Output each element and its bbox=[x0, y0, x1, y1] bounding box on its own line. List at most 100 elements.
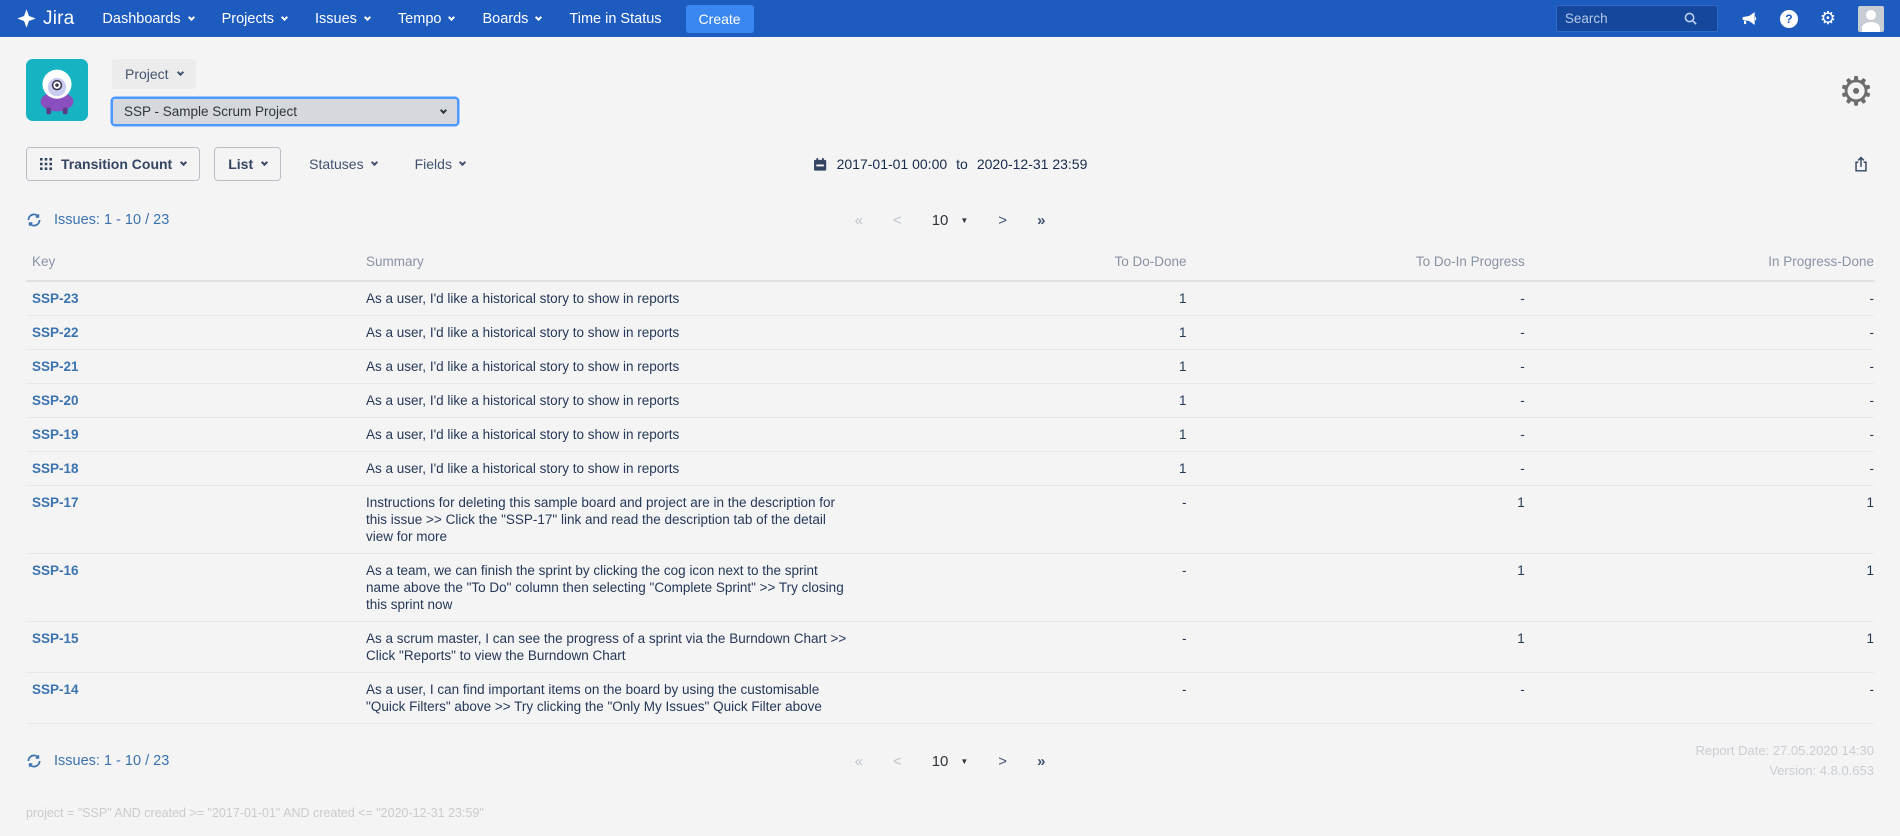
view-dropdown[interactable]: List bbox=[214, 147, 281, 181]
last-page-button[interactable]: » bbox=[1037, 753, 1045, 770]
cell-to-do-in-progress: - bbox=[1187, 316, 1525, 350]
cell-to-do-done: 1 bbox=[991, 384, 1187, 418]
issue-key-link[interactable]: SSP-14 bbox=[32, 682, 79, 697]
prev-page-button[interactable]: < bbox=[893, 753, 902, 770]
page-size-value: 10 bbox=[932, 753, 949, 770]
announcements-icon[interactable] bbox=[1740, 10, 1758, 27]
table-row: SSP-17 Instructions for deleting this sam… bbox=[26, 486, 1874, 554]
admin-gear-icon[interactable]: ⚙ bbox=[1820, 10, 1836, 28]
project-filter-button[interactable]: Project bbox=[112, 59, 196, 89]
issue-key-link[interactable]: SSP-15 bbox=[32, 631, 79, 646]
export-icon bbox=[1852, 155, 1870, 174]
cell-to-do-done: 1 bbox=[991, 452, 1187, 486]
cell-to-do-done: 1 bbox=[991, 281, 1187, 316]
issue-key-link[interactable]: SSP-21 bbox=[32, 359, 79, 374]
cell-in-progress-done: - bbox=[1525, 281, 1874, 316]
report-toolbar: Transition Count List Statuses Fields 20… bbox=[0, 141, 1900, 195]
cell-to-do-done: - bbox=[991, 554, 1187, 622]
nav-item-dashboards[interactable]: Dashboards bbox=[88, 0, 207, 37]
date-range-picker[interactable]: 2017-01-01 00:00 to 2020-12-31 23:59 bbox=[813, 156, 1088, 172]
date-from: 2017-01-01 00:00 bbox=[837, 156, 948, 172]
export-button[interactable] bbox=[1852, 155, 1870, 174]
nav-item-issues[interactable]: Issues bbox=[301, 0, 384, 37]
prev-page-button[interactable]: < bbox=[893, 212, 902, 229]
refresh-icon[interactable] bbox=[26, 753, 42, 769]
report-version: Version: 4.8.0.653 bbox=[1695, 761, 1874, 781]
statuses-dropdown[interactable]: Statuses bbox=[299, 148, 386, 180]
table-row: SSP-23As a user, I'd like a historical s… bbox=[26, 281, 1874, 316]
column-header[interactable]: To Do-In Progress bbox=[1187, 245, 1525, 281]
search-input[interactable] bbox=[1565, 11, 1683, 26]
search-icon[interactable] bbox=[1683, 11, 1698, 26]
issues-count-label: Issues: 1 - 10 / 23 bbox=[54, 212, 169, 228]
issue-key-link[interactable]: SSP-23 bbox=[32, 291, 79, 306]
issue-summary: As a user, I'd like a historical story t… bbox=[366, 358, 848, 375]
column-header[interactable]: Key bbox=[26, 245, 366, 281]
chevron-down-icon bbox=[459, 159, 466, 166]
cell-to-do-done: - bbox=[991, 486, 1187, 554]
pagination-top: « < 10 ▼ > » bbox=[855, 212, 1046, 229]
chevron-down-icon bbox=[440, 106, 447, 113]
cell-to-do-in-progress: 1 bbox=[1187, 486, 1525, 554]
nav-item-tempo[interactable]: Tempo bbox=[384, 0, 469, 37]
first-page-button[interactable]: « bbox=[855, 212, 863, 229]
calendar-icon bbox=[813, 157, 828, 172]
issues-table: KeySummaryTo Do-DoneTo Do-In ProgressIn … bbox=[26, 245, 1874, 724]
cell-in-progress-done: - bbox=[1525, 316, 1874, 350]
cell-in-progress-done: - bbox=[1525, 418, 1874, 452]
nav-item-projects[interactable]: Projects bbox=[208, 0, 301, 37]
nav-item-boards[interactable]: Boards bbox=[468, 0, 555, 37]
issue-summary: As a team, we can finish the sprint by c… bbox=[366, 562, 848, 613]
last-page-button[interactable]: » bbox=[1037, 212, 1045, 229]
jira-logo[interactable]: Jira bbox=[16, 8, 74, 30]
cell-in-progress-done: - bbox=[1525, 673, 1874, 724]
issue-key-link[interactable]: SSP-16 bbox=[32, 563, 79, 578]
nav-item-label: Time in Status bbox=[569, 11, 661, 27]
chevron-down-icon bbox=[180, 159, 187, 166]
nav-item-label: Issues bbox=[315, 11, 357, 27]
project-select[interactable]: SSP - Sample Scrum Project bbox=[112, 98, 458, 125]
issue-key-link[interactable]: SSP-20 bbox=[32, 393, 79, 408]
cell-in-progress-done: - bbox=[1525, 452, 1874, 486]
table-row: SSP-16 As a team, we can finish the sprin… bbox=[26, 554, 1874, 622]
help-icon[interactable]: ? bbox=[1780, 10, 1798, 28]
navbar-right: ? ⚙ bbox=[1556, 5, 1884, 32]
nav-item-label: Projects bbox=[222, 11, 274, 27]
issue-key-link[interactable]: SSP-17 bbox=[32, 495, 79, 510]
next-page-button[interactable]: > bbox=[998, 753, 1007, 770]
grid-icon bbox=[40, 158, 52, 170]
issues-table-body: SSP-23 As a user, I'd like a historical s… bbox=[26, 281, 1874, 724]
cell-to-do-done: - bbox=[991, 622, 1187, 673]
nav-item-time-in-status[interactable]: Time in Status bbox=[555, 0, 675, 37]
issue-summary: As a scrum master, I can see the progres… bbox=[366, 630, 848, 664]
table-row: SSP-20As a user, I'd like a historical s… bbox=[26, 384, 1874, 418]
pagination-bottom: « < 10 ▼ > » bbox=[855, 753, 1046, 770]
first-page-button[interactable]: « bbox=[855, 753, 863, 770]
project-select-value: SSP - Sample Scrum Project bbox=[124, 104, 297, 119]
issue-summary: Instructions for deleting this sample bo… bbox=[366, 494, 848, 545]
metric-dropdown[interactable]: Transition Count bbox=[26, 147, 200, 181]
view-label: List bbox=[228, 156, 253, 172]
cell-in-progress-done: - bbox=[1525, 384, 1874, 418]
cell-in-progress-done: 1 bbox=[1525, 622, 1874, 673]
column-header[interactable]: In Progress-Done bbox=[1525, 245, 1874, 281]
user-avatar[interactable] bbox=[1858, 6, 1884, 32]
issue-summary: As a user, I'd like a historical story t… bbox=[366, 324, 848, 341]
report-settings-gear-icon[interactable]: ⚙ bbox=[1838, 72, 1874, 112]
cell-to-do-done: 1 bbox=[991, 418, 1187, 452]
column-header[interactable]: To Do-Done bbox=[991, 245, 1187, 281]
refresh-icon[interactable] bbox=[26, 212, 42, 228]
page-size-select[interactable]: 10 ▼ bbox=[932, 212, 969, 229]
page-size-select[interactable]: 10 ▼ bbox=[932, 753, 969, 770]
chevron-down-icon bbox=[261, 159, 268, 166]
next-page-button[interactable]: > bbox=[998, 212, 1007, 229]
issue-key-link[interactable]: SSP-22 bbox=[32, 325, 79, 340]
search-box[interactable] bbox=[1556, 5, 1718, 32]
column-header[interactable]: Summary bbox=[366, 245, 991, 281]
issue-key-link[interactable]: SSP-19 bbox=[32, 427, 79, 442]
fields-dropdown[interactable]: Fields bbox=[405, 148, 475, 180]
chevron-down-icon bbox=[371, 159, 378, 166]
issue-key-link[interactable]: SSP-18 bbox=[32, 461, 79, 476]
project-controls: Project SSP - Sample Scrum Project bbox=[112, 59, 458, 125]
create-button[interactable]: Create bbox=[686, 5, 754, 33]
